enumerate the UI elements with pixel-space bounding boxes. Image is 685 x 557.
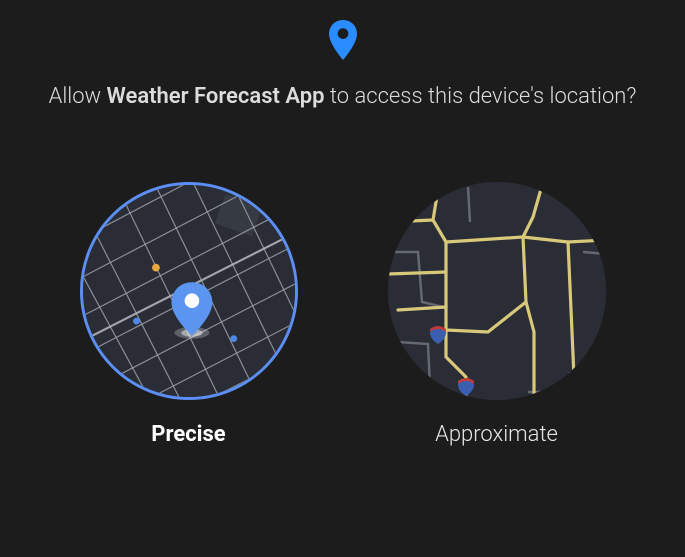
option-approximate[interactable]: Approximate xyxy=(388,182,606,447)
option-approximate-label: Approximate xyxy=(435,422,558,447)
prompt-suffix: to access this device's location? xyxy=(325,84,637,109)
permission-dialog: Allow Weather Forecast App to access thi… xyxy=(0,0,685,557)
prompt-prefix: Allow xyxy=(49,84,107,109)
permission-prompt: Allow Weather Forecast App to access thi… xyxy=(9,82,677,112)
approximate-map-preview xyxy=(388,182,606,400)
option-precise-label: Precise xyxy=(151,422,225,447)
location-accuracy-options: Precise xyxy=(0,182,685,447)
location-pin-icon xyxy=(327,20,359,64)
app-name: Weather Forecast App xyxy=(107,84,325,109)
precise-map-preview xyxy=(80,182,298,400)
option-precise[interactable]: Precise xyxy=(80,182,298,447)
